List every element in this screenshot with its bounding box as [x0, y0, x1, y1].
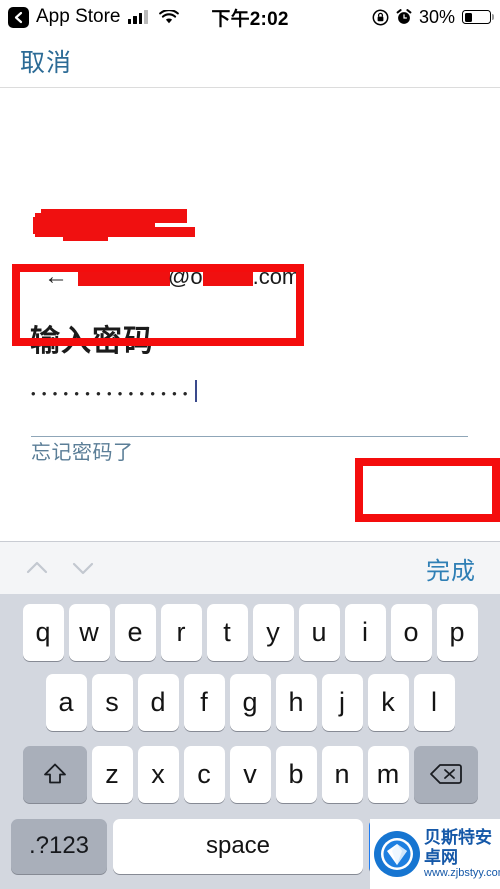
key-d[interactable]: d: [137, 673, 179, 731]
key-e[interactable]: e: [114, 603, 156, 661]
key-r[interactable]: r: [160, 603, 202, 661]
key-a[interactable]: a: [45, 673, 87, 731]
key-u[interactable]: u: [298, 603, 340, 661]
wifi-icon: [158, 9, 179, 25]
chevron-down-icon: [72, 562, 94, 575]
key-m[interactable]: m: [367, 745, 409, 803]
back-chevron-icon[interactable]: [8, 6, 29, 28]
text-caret: [194, 380, 197, 402]
keyboard-row-1: q w e r t y u i o p: [0, 594, 500, 666]
watermark-url: www.zjbstyy.com: [424, 867, 500, 880]
status-bar-left: App Store: [0, 6, 179, 28]
site-watermark: 贝斯特安卓网 www.zjbstyy.com: [370, 819, 500, 889]
keyboard-row-3: z x c v b n m: [0, 738, 500, 810]
cellular-signal-icon: [127, 10, 148, 24]
key-p[interactable]: p: [436, 603, 478, 661]
navigation-bar: 取消: [0, 34, 500, 87]
rotation-lock-icon: [372, 9, 389, 26]
key-h[interactable]: h: [275, 673, 317, 731]
status-bar-right: 30%: [372, 7, 500, 28]
next-field-button[interactable]: [60, 545, 106, 591]
status-bar: App Store 下午2:02 30%: [0, 0, 500, 34]
annotation-box-password: [12, 264, 304, 346]
key-t[interactable]: t: [206, 603, 248, 661]
key-n[interactable]: n: [321, 745, 363, 803]
password-input[interactable]: •••••••••••••••: [31, 380, 468, 403]
numeric-key[interactable]: .?123: [11, 818, 107, 874]
annotation-box-login: [355, 458, 500, 522]
key-o[interactable]: o: [390, 603, 432, 661]
key-c[interactable]: c: [183, 745, 225, 803]
alarm-clock-icon: [396, 9, 412, 25]
key-x[interactable]: x: [137, 745, 179, 803]
shell-logo-icon: [374, 831, 420, 877]
key-w[interactable]: w: [68, 603, 110, 661]
key-y[interactable]: y: [252, 603, 294, 661]
space-key[interactable]: space: [113, 818, 363, 874]
key-s[interactable]: s: [91, 673, 133, 731]
phone-screen: App Store 下午2:02 30% 取消 ← @o .com 输入密码 •…: [0, 0, 500, 889]
key-j[interactable]: j: [321, 673, 363, 731]
key-l[interactable]: l: [413, 673, 455, 731]
key-g[interactable]: g: [229, 673, 271, 731]
password-masked-value: •••••••••••••••: [31, 386, 194, 401]
keyboard-done-button[interactable]: 完成: [426, 551, 476, 586]
battery-icon: [462, 10, 494, 24]
keyboard-accessory-bar: 完成: [0, 542, 500, 594]
shift-key[interactable]: [22, 745, 87, 803]
battery-percent-label: 30%: [418, 6, 455, 27]
backspace-key[interactable]: [413, 745, 478, 803]
key-v[interactable]: v: [229, 745, 271, 803]
watermark-texts: 贝斯特安卓网 www.zjbstyy.com: [424, 828, 500, 880]
cancel-button[interactable]: 取消: [20, 43, 72, 79]
previous-field-button[interactable]: [14, 545, 60, 591]
keyboard-row-2: a s d f g h j k l: [0, 666, 500, 738]
forgot-password-link[interactable]: 忘记密码了: [31, 436, 134, 465]
key-q[interactable]: q: [22, 603, 64, 661]
chevron-up-icon: [26, 561, 48, 574]
shift-arrow-icon: [43, 763, 66, 784]
key-k[interactable]: k: [367, 673, 409, 731]
status-bar-app-name[interactable]: App Store: [36, 6, 121, 28]
watermark-title: 贝斯特安卓网: [424, 828, 492, 867]
key-b[interactable]: b: [275, 745, 317, 803]
brand-logo-redacted: [33, 207, 195, 245]
key-i[interactable]: i: [344, 603, 386, 661]
backspace-icon: [429, 764, 462, 784]
key-z[interactable]: z: [91, 745, 133, 803]
key-f[interactable]: f: [183, 673, 225, 731]
